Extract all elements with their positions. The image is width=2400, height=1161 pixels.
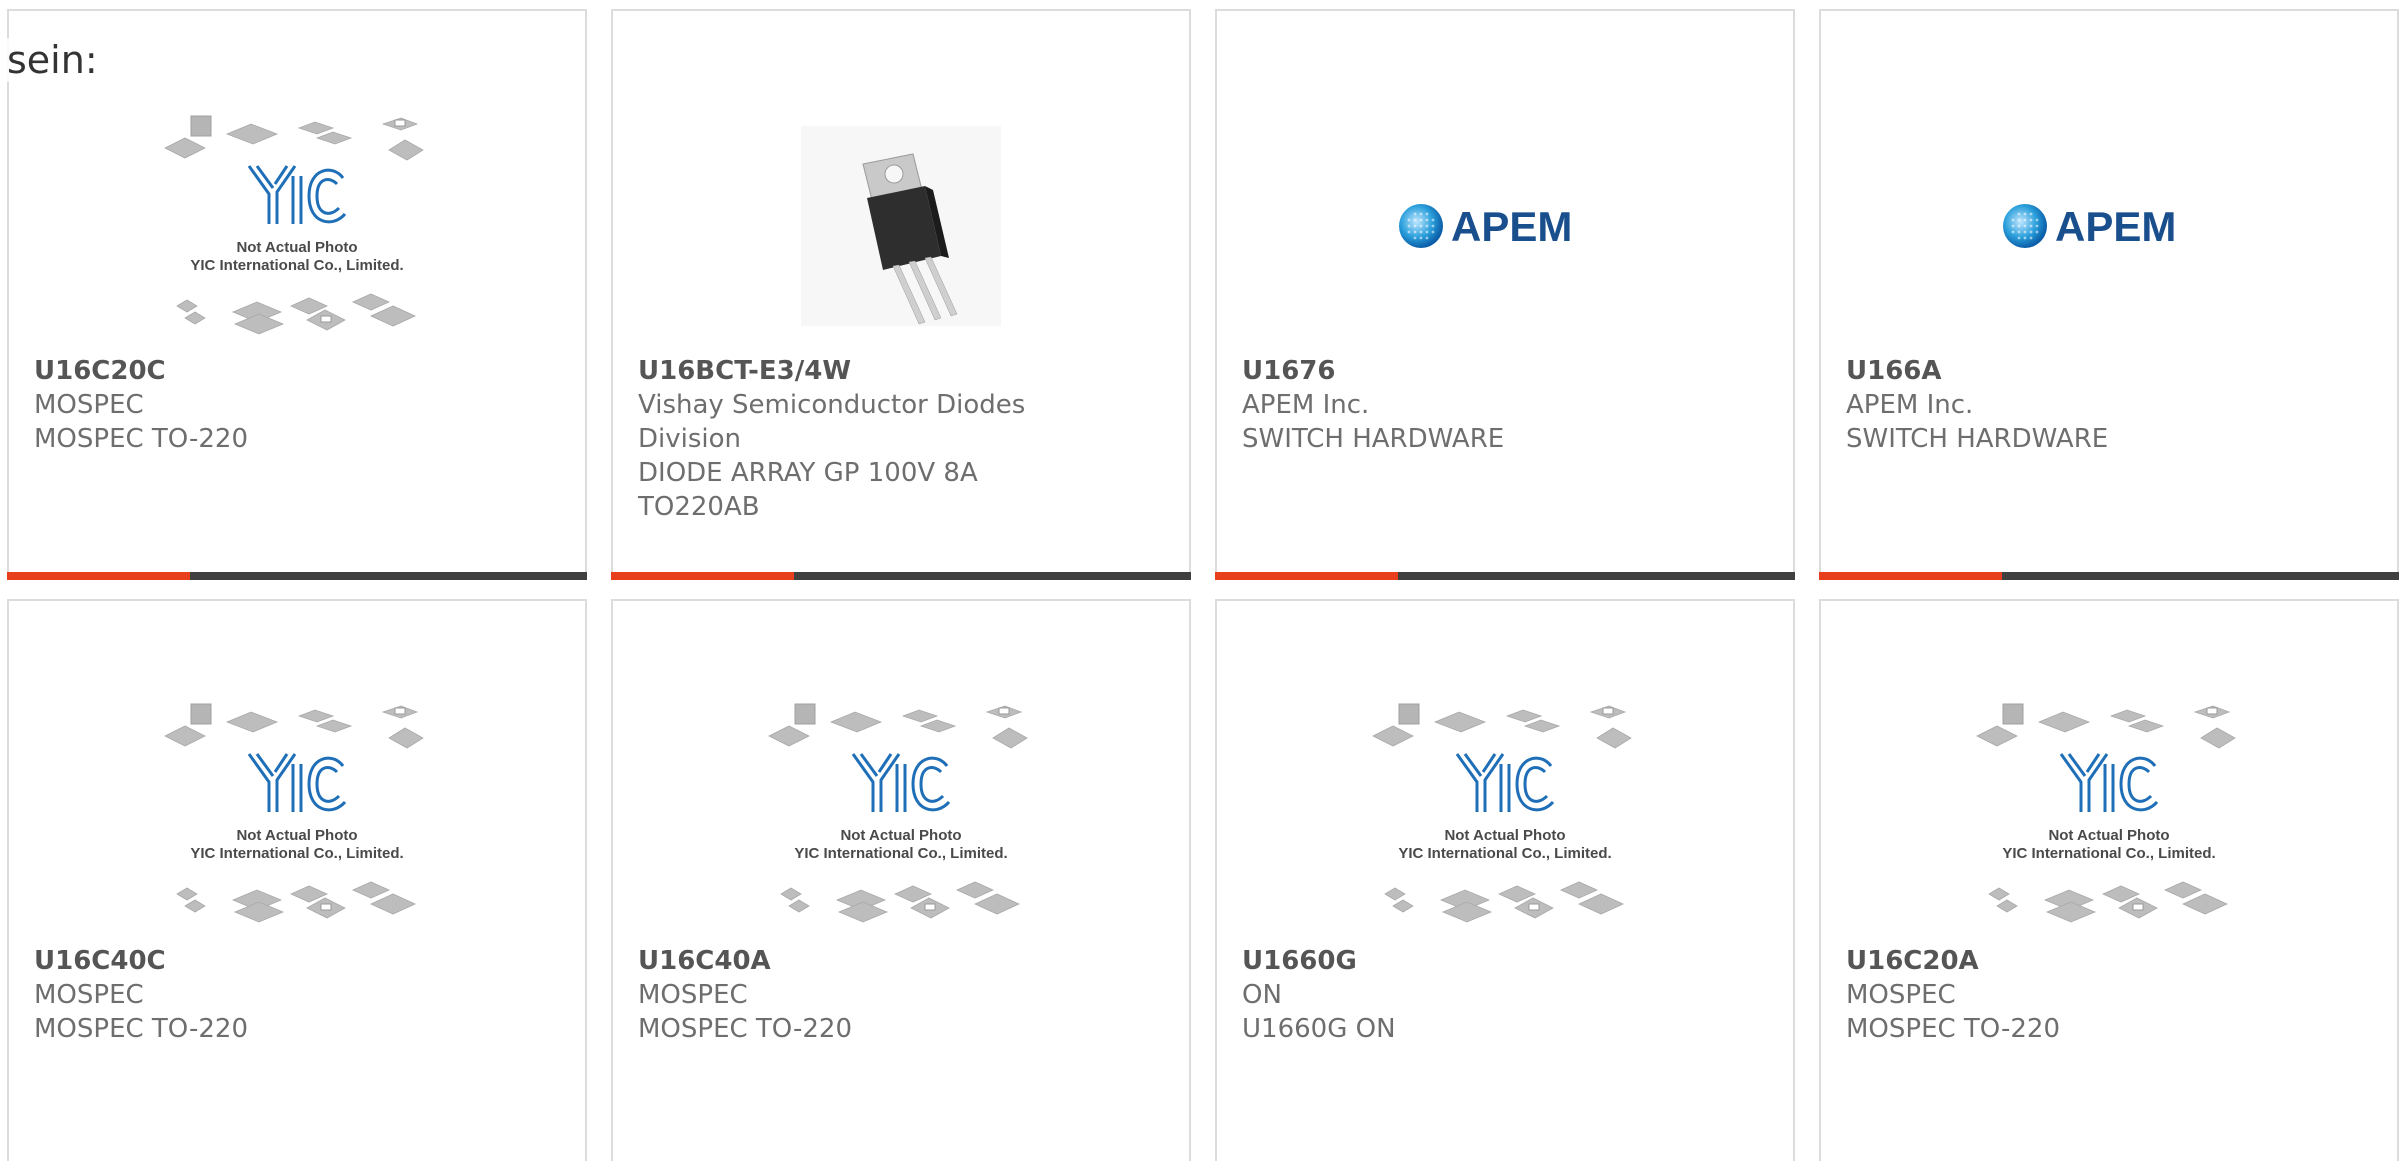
description: DIODE ARRAY GP 100V 8A [638, 458, 978, 488]
manufacturer: Vishay Semiconductor Diodes [638, 390, 1026, 420]
product-card[interactable]: Not Actual Photo YIC International Co., L… [611, 599, 1191, 1161]
part-number-link[interactable]: U1660G [1242, 944, 1712, 978]
manufacturer: MOSPEC [34, 390, 144, 420]
yic-placeholder-image: Not Actual PhotoYIC International Co., L… [164, 115, 424, 335]
card-accent-bar [611, 572, 794, 580]
description: U1660G ON [1242, 1014, 1396, 1044]
manufacturer-continued: Division [638, 424, 742, 454]
placeholder-caption: YIC International Co., Limited. [190, 257, 403, 274]
placeholder-caption: Not Actual Photo [840, 827, 961, 844]
part-number-link[interactable]: U16BCT-E3/4W [638, 354, 1108, 388]
placeholder-caption: Not Actual Photo [2048, 827, 2169, 844]
card-accent-bar [1819, 572, 2002, 580]
part-number-link[interactable]: U16C20A [1846, 944, 2316, 978]
description: MOSPEC TO-220 [638, 1014, 853, 1044]
apem-logo: APEM [1399, 203, 1572, 250]
page: sein: Not Actual Photo YIC International … [0, 0, 2400, 1161]
manufacturer: ON [1242, 980, 1282, 1010]
product-image[interactable]: Not Actual Photo YIC International Co., L… [613, 689, 1189, 939]
placeholder-caption: YIC International Co., Limited. [2002, 845, 2215, 862]
manufacturer: APEM Inc. [1242, 390, 1370, 420]
product-image[interactable]: APEM [1821, 101, 2397, 351]
card-bottom-bar [611, 572, 1191, 580]
product-card[interactable]: U16BCT-E3/4W Vishay Semiconductor Diodes… [611, 9, 1191, 580]
placeholder-caption: YIC International Co., Limited. [794, 845, 1007, 862]
product-card[interactable]: Not Actual Photo YIC International Co., L… [7, 599, 587, 1161]
description: MOSPEC TO-220 [34, 1014, 249, 1044]
page-fragment-text: sein: [7, 38, 98, 82]
product-image[interactable] [613, 101, 1189, 351]
placeholder-caption: YIC International Co., Limited. [190, 845, 403, 862]
manufacturer: MOSPEC [1846, 980, 1956, 1010]
manufacturer: MOSPEC [34, 980, 144, 1010]
product-image[interactable]: APEM [1217, 101, 1793, 351]
yic-placeholder-image: Not Actual PhotoYIC International Co., L… [164, 703, 424, 923]
product-card[interactable]: APEM U166A APEM Inc. SWITCH HARDWARE [1819, 9, 2399, 580]
product-card[interactable]: APEM U1676 APEM Inc. SWITCH HARDWARE [1215, 9, 1795, 580]
product-image[interactable]: Not Actual Photo YIC International Co., L… [9, 689, 585, 939]
product-image[interactable]: Not Actual Photo YIC International Co., L… [1217, 689, 1793, 939]
card-bottom-bar [1215, 572, 1795, 580]
description-continued: TO220AB [638, 492, 760, 522]
yic-placeholder-image: Not Actual PhotoYIC International Co., L… [1976, 703, 2236, 923]
description: MOSPEC TO-220 [34, 424, 249, 454]
part-number-link[interactable]: U16C40A [638, 944, 1108, 978]
card-accent-bar [7, 572, 190, 580]
part-number-link[interactable]: U166A [1846, 354, 2316, 388]
part-number-link[interactable]: U16C20C [34, 354, 504, 388]
manufacturer: MOSPEC [638, 980, 748, 1010]
apem-logo-text: APEM [2055, 203, 2176, 250]
yic-placeholder-image: Not Actual PhotoYIC International Co., L… [768, 703, 1028, 923]
placeholder-caption: YIC International Co., Limited. [1398, 845, 1611, 862]
description: SWITCH HARDWARE [1846, 424, 2109, 454]
apem-logo: APEM [2003, 203, 2176, 250]
product-card[interactable]: Not Actual Photo YIC International Co., L… [1819, 599, 2399, 1161]
product-image[interactable]: Not Actual Photo YIC International Co., L… [1821, 689, 2397, 939]
manufacturer: APEM Inc. [1846, 390, 1974, 420]
description: SWITCH HARDWARE [1242, 424, 1505, 454]
product-image[interactable]: Not Actual Photo YIC International Co., L… [9, 101, 585, 351]
placeholder-caption: Not Actual Photo [1444, 827, 1565, 844]
placeholder-caption: Not Actual Photo [236, 827, 357, 844]
placeholder-caption: Not Actual Photo [236, 239, 357, 256]
card-bottom-bar [7, 572, 587, 580]
apem-logo-text: APEM [1451, 203, 1572, 250]
yic-placeholder-image: Not Actual PhotoYIC International Co., L… [1372, 703, 1632, 923]
card-accent-bar [1215, 572, 1398, 580]
to220-package-image [801, 126, 1001, 326]
description: MOSPEC TO-220 [1846, 1014, 2061, 1044]
card-bottom-bar [1819, 572, 2399, 580]
part-number-link[interactable]: U1676 [1242, 354, 1712, 388]
product-card[interactable]: Not Actual Photo YIC International Co., L… [7, 9, 587, 580]
product-card[interactable]: Not Actual Photo YIC International Co., L… [1215, 599, 1795, 1161]
product-grid: Not Actual Photo YIC International Co., L… [0, 0, 2400, 1161]
part-number-link[interactable]: U16C40C [34, 944, 504, 978]
